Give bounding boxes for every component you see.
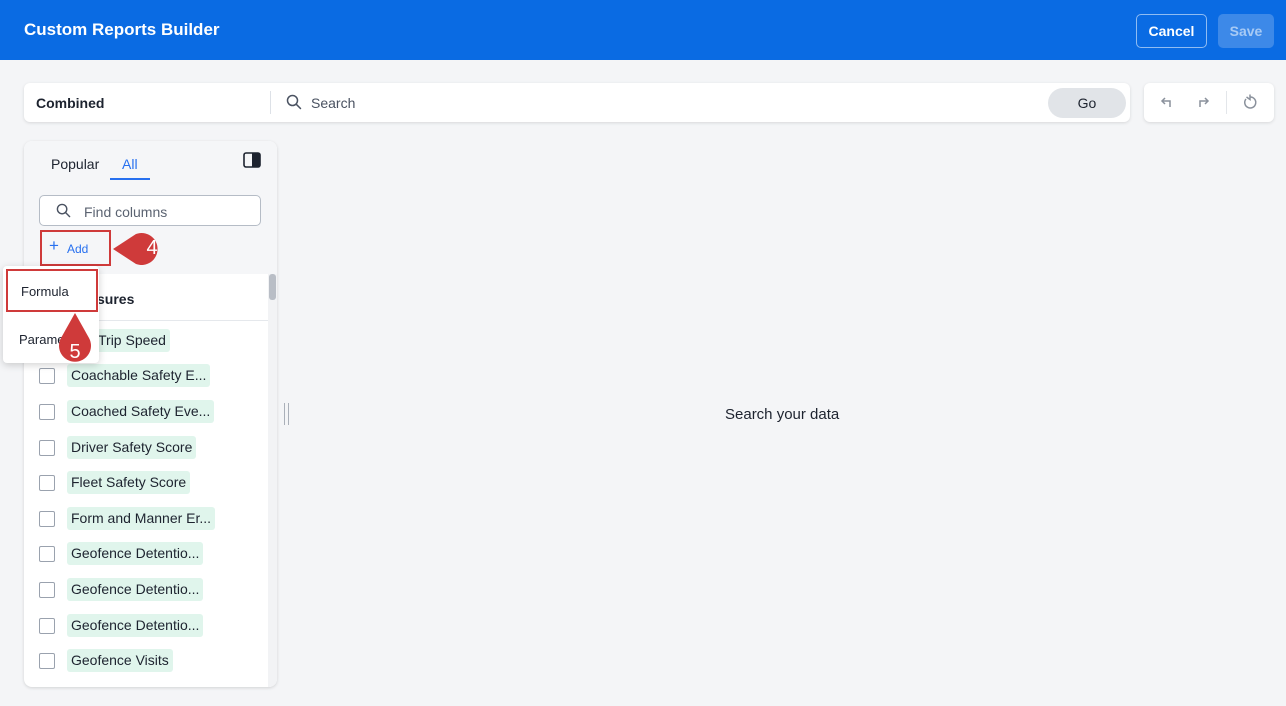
add-label: Add [67,242,89,256]
column-checkbox[interactable] [39,404,55,420]
column-chip[interactable]: Geofence Detentio... [67,542,204,565]
step-5-callout: 5 [54,312,96,376]
column-checkbox[interactable] [39,582,55,598]
save-button[interactable]: Save [1218,14,1274,48]
column-checkbox[interactable] [39,440,55,456]
empty-state-message: Search your data [725,406,840,423]
search-bar: Combined Search Go [24,83,1130,122]
step-4-callout: 4 [112,230,176,268]
divider [270,91,271,114]
column-checkbox[interactable] [39,368,55,384]
undo-icon[interactable] [1158,93,1176,111]
tab-all[interactable]: All [122,156,138,172]
column-checkbox[interactable] [39,511,55,527]
column-chip[interactable]: Form and Manner Er... [67,507,216,530]
column-checkbox[interactable] [39,618,55,634]
search-icon [286,94,302,110]
scrollbar-thumb[interactable] [269,274,276,300]
panel-resize-handle[interactable] [283,403,291,425]
data-source-selector[interactable]: Combined [36,95,104,111]
find-columns-placeholder: Find columns [84,204,168,220]
column-checkbox[interactable] [39,475,55,491]
divider [1226,91,1227,114]
column-chip[interactable]: Fleet Safety Score [67,471,191,494]
app-header: Custom Reports Builder Cancel Save [0,0,1286,60]
column-checkbox[interactable] [39,653,55,669]
find-columns-input[interactable]: Find columns [39,195,261,226]
step-number: 4 [146,237,158,259]
step-number: 5 [69,341,81,363]
plus-icon: + [49,236,59,255]
panel-collapse-icon[interactable] [243,152,261,168]
history-toolbar [1144,83,1274,122]
go-button[interactable]: Go [1048,88,1126,118]
cancel-button[interactable]: Cancel [1136,14,1207,48]
reset-icon[interactable] [1241,93,1259,111]
menu-item-label: Formula [21,284,69,299]
column-checkbox[interactable] [39,546,55,562]
active-tab-indicator [110,178,150,180]
tab-popular[interactable]: Popular [51,156,99,172]
menu-item-formula[interactable]: Formula [6,269,98,312]
column-list-scrollbar[interactable] [268,274,277,687]
column-chip[interactable]: Coached Safety Eve... [67,400,215,423]
search-icon [56,203,71,218]
redo-icon[interactable] [1194,93,1212,111]
app-title: Custom Reports Builder [24,20,220,39]
column-chip[interactable]: Geofence Detentio... [67,578,204,601]
column-chip[interactable]: Driver Safety Score [67,436,197,459]
columns-panel: Popular All Find columns + Add sures age… [24,141,277,687]
search-input[interactable]: Search [311,95,355,111]
add-button[interactable]: + Add [40,230,111,266]
column-chip[interactable]: Geofence Detentio... [67,614,204,637]
column-chip[interactable]: Geofence Visits [67,649,173,672]
